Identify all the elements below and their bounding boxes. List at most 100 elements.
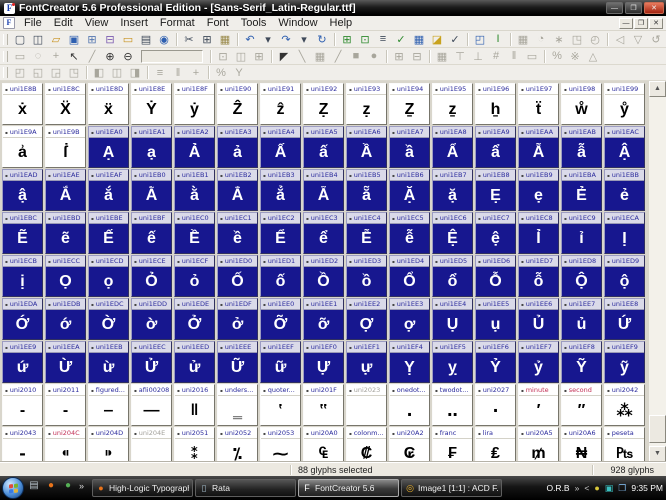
find-icon[interactable]: ◉ [155,31,173,48]
kerning-pairs-icon[interactable]: ∗ [550,31,568,48]
glyph-cell-uni1EAF[interactable]: uni1EAFắ [88,169,129,211]
toolbar-grip[interactable] [3,67,8,78]
scroll-down-button[interactable]: ▼ [649,446,666,462]
glyph-cell-uni1EC3[interactable]: uni1EC3ể [303,212,344,254]
glyph-cell-uni1EDA[interactable]: uni1EDAỚ [2,298,43,340]
glyph-cell-uni1EE0[interactable]: uni1EE0Ỡ [260,298,301,340]
glyph-cell-uni1E8B[interactable]: uni1E8Bẋ [2,83,43,125]
show-points-icon[interactable]: ※ [566,48,584,65]
glyph-cell-uni1EB5[interactable]: uni1EB5ẵ [346,169,387,211]
glyph-cell-uni201F[interactable]: uni201F‟ [303,384,344,426]
glyph-cell-uni2016[interactable]: uni2016‖ [174,384,215,426]
glyph-cell-uni1E98[interactable]: uni1E98ẘ [561,83,602,125]
glyph-grid-scrollbar[interactable]: ▲ ▼ [649,81,666,462]
glyph-cell-uni1EC1[interactable]: uni1EC1ề [217,212,258,254]
snap-to-guidelines-icon[interactable]: ‖ [505,48,523,65]
glyph-cell-uni2053[interactable]: uni2053⁓ [260,427,301,462]
scale-percent-icon[interactable]: % [548,48,566,65]
menu-item-file[interactable]: File [18,16,48,30]
pen-tool-icon[interactable]: ╱ [329,48,347,65]
glyph-cell-uni1EDB[interactable]: uni1EDBớ [45,298,86,340]
menu-item-insert[interactable]: Insert [114,16,154,30]
glyph-cell-uni1E8C[interactable]: uni1E8CẌ [45,83,86,125]
toolbar-grip[interactable] [3,51,8,62]
glyph-cell-uni1EF9[interactable]: uni1EF9ỹ [604,341,645,383]
copy-icon[interactable]: ⊞ [198,31,216,48]
knife-tool-icon[interactable]: ╲ [293,48,311,65]
glyph-cell-uni1EA1[interactable]: uni1EA1ạ [131,126,172,168]
glyph-cell-uni1EC6[interactable]: uni1EC6Ệ [432,212,473,254]
task-fontcreator[interactable]: FFontCreator 5.6 [298,479,399,497]
glyph-cell-afii00208[interactable]: afii00208― [131,384,172,426]
glyph-cell-uni1EEA[interactable]: uni1EEAỪ [45,341,86,383]
undo-options-icon[interactable]: ▾ [259,31,277,48]
glyph-cell-uni1EBD[interactable]: uni1EBDẽ [45,212,86,254]
glyph-cell-uni1EE8[interactable]: uni1EE8Ứ [604,298,645,340]
bring-forward-icon[interactable]: ◲ [47,64,65,81]
align-right-icon[interactable]: ◨ [126,64,144,81]
glyph-cell-peseta[interactable]: peseta₧ [604,427,645,462]
show-bounds-icon[interactable]: ▭ [523,48,541,65]
glyph-cell-uni1EDF[interactable]: uni1EDFở [217,298,258,340]
glyph-cell-uni1EC2[interactable]: uni1EC2Ể [260,212,301,254]
tray-chevron[interactable]: » [575,483,580,493]
mdi-minimize-button[interactable]: — [619,18,633,29]
glyph-cell-uni1ED9[interactable]: uni1ED9ộ [604,255,645,297]
glyph-cell-twodot[interactable]: twodot...‥ [432,384,473,426]
glyph-cell-uni1EF1[interactable]: uni1EF1ự [346,341,387,383]
tray-network-icon[interactable]: ▣ [605,483,614,493]
flip-vertical-icon[interactable]: ▽ [629,31,647,48]
open-installed-font-icon[interactable]: ◫ [29,31,47,48]
glyph-cell-uni1ED2[interactable]: uni1ED2Ồ [303,255,344,297]
glyph-cell-uni1EBF[interactable]: uni1EBFế [131,212,172,254]
glyph-cell-uni1ED0[interactable]: uni1ED0Ố [217,255,258,297]
glyph-cell-uni1ECE[interactable]: uni1ECEỎ [131,255,172,297]
glyph-autonaming-icon[interactable]: ≡ [374,31,392,48]
glyph-cell-uni2023[interactable]: uni2023 [346,384,387,426]
glyph-cell-uni1EE3[interactable]: uni1EE3ợ [389,298,430,340]
close-button[interactable]: ✕ [644,2,664,14]
pointer-tool-icon[interactable]: ↖ [65,48,83,65]
mdi-close-button[interactable]: ✕ [649,18,663,29]
glyph-cell-uni1ECD[interactable]: uni1ECDọ [88,255,129,297]
glyph-cell-uni1EF4[interactable]: uni1EF4Ỵ [389,341,430,383]
glyph-cell-uni1ED5[interactable]: uni1ED5ổ [432,255,473,297]
menu-item-edit[interactable]: Edit [48,16,79,30]
insert-text-icon[interactable]: I [489,31,507,48]
glyph-cell-uni1EE4[interactable]: uni1EE4Ụ [432,298,473,340]
menu-item-format[interactable]: Format [154,16,201,30]
contours-dropdown-icon[interactable]: ◫ [232,48,250,65]
glyph-cell-uni1EF7[interactable]: uni1EF7ỷ [518,341,559,383]
glyph-cell-uni1EDD[interactable]: uni1EDDờ [131,298,172,340]
glyph-cell-uni1EB8[interactable]: uni1EB8Ẹ [475,169,516,211]
comment-icon[interactable]: ◪ [428,31,446,48]
points-dropdown-icon[interactable]: ⊡ [214,48,232,65]
distribute-vertical-icon[interactable]: ‖ [169,64,187,81]
glyph-cell-uni1EA8[interactable]: uni1EA8Ẩ [432,126,473,168]
minimize-button[interactable]: — [606,2,623,14]
tray-collapse-arrow[interactable]: < [584,483,589,493]
glyph-cell-uni1E92[interactable]: uni1E92Ẓ [303,83,344,125]
glyph-cell-uni1EA4[interactable]: uni1EA4Ấ [260,126,301,168]
complete-composites-icon[interactable]: ✓ [446,31,464,48]
glyph-cell-uni1EBB[interactable]: uni1EBBẻ [604,169,645,211]
image-tool-icon[interactable]: ▦ [311,48,329,65]
font-preview-icon[interactable]: ◰ [471,31,489,48]
glyph-cell-uni1EF8[interactable]: uni1EF8Ỹ [561,341,602,383]
show-metrics-icon[interactable]: ⊥ [469,48,487,65]
size-combobox[interactable] [141,50,203,63]
task-acdsee-image1[interactable]: ◎Image1 [1:1] : ACD F... [401,479,502,497]
glyph-cell-uni1ED8[interactable]: uni1ED8Ộ [561,255,602,297]
glyph-cell-uni1EB0[interactable]: uni1EB0Ằ [131,169,172,211]
toolbar-grip[interactable] [3,34,8,45]
redo-options-icon[interactable]: ▾ [295,31,313,48]
exclude-contours-icon[interactable]: ⊟ [408,48,426,65]
task-rata[interactable]: ▯Rata [195,479,296,497]
glyph-cell-uni1EED[interactable]: uni1EEDử [174,341,215,383]
glyph-cell-uni1EAC[interactable]: uni1EACẬ [604,126,645,168]
draw-tool-icon[interactable]: ╱ [83,48,101,65]
glyph-cell-uni1EE6[interactable]: uni1EE6Ủ [518,298,559,340]
samples-grid-icon[interactable]: ▦ [514,31,532,48]
point-mode-icon[interactable]: ◌ [29,48,47,65]
insert-glyphs-icon[interactable]: ⊞ [338,31,356,48]
